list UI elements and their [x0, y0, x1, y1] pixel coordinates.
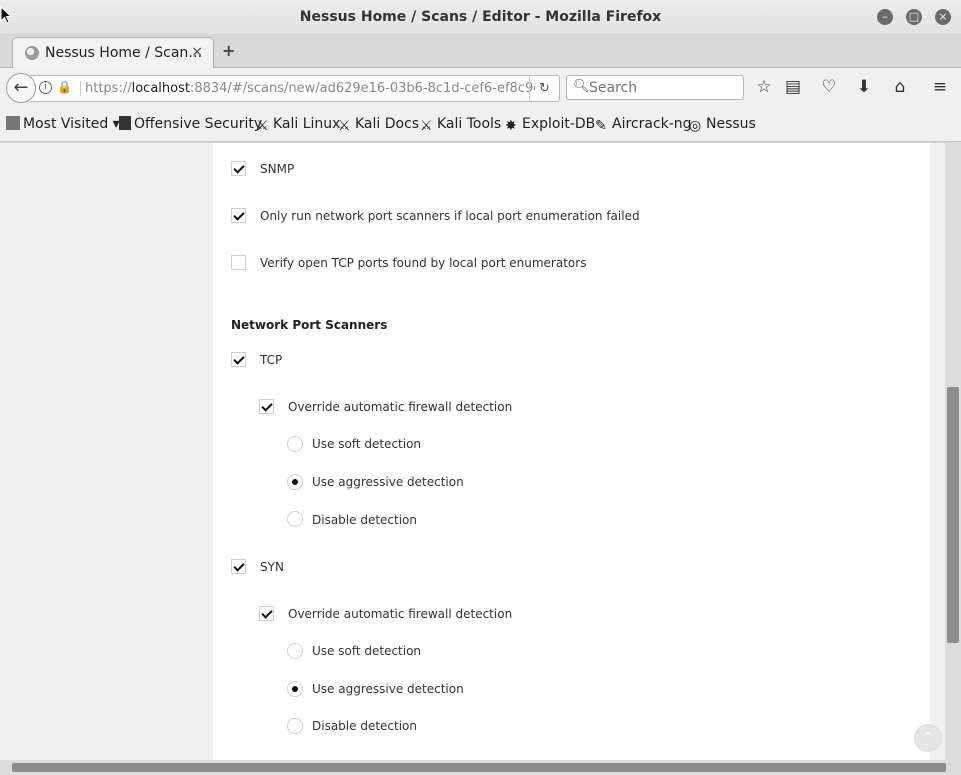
url-host: localhost: [131, 81, 190, 96]
syn-soft-detection-label: Use soft detection: [312, 644, 422, 658]
scroll-to-top-button[interactable]: ⌃: [914, 724, 942, 752]
nessus-favicon-icon: [25, 46, 39, 60]
url-bar[interactable]: i 🔒 https://localhost:8834/#/scans/new/a…: [30, 75, 560, 102]
bookmark-exploit-db[interactable]: ✸ Exploit-DB: [505, 116, 596, 134]
verify-tcp-label: Verify open TCP ports found by local por…: [260, 256, 587, 270]
tcp-disable-detection-radio[interactable]: [287, 511, 303, 527]
window-titlebar: Nessus Home / Scans / Editor - Mozilla F…: [0, 0, 961, 35]
menu-icon[interactable]: ≡: [930, 77, 950, 97]
bookmark-star-icon[interactable]: ☆: [754, 77, 774, 97]
search-icon: 🔍︎: [573, 79, 590, 94]
pocket-icon[interactable]: ♡: [819, 77, 839, 97]
home-icon[interactable]: ⌂: [890, 77, 910, 97]
offensive-security-icon: [119, 116, 131, 130]
syn-override-checkbox[interactable]: [259, 606, 274, 621]
nessus-icon: ◎: [689, 118, 702, 134]
tcp-override-label: Override automatic firewall detection: [288, 400, 513, 414]
page-viewport: SNMP Only run network port scanners if l…: [0, 143, 961, 760]
bookmark-label: Offensive Security: [134, 116, 263, 132]
bookmark-kali-tools[interactable]: ⚔ Kali Tools: [420, 116, 502, 134]
kali-icon: ⚔: [420, 118, 433, 134]
syn-disable-detection-label: Disable detection: [312, 719, 417, 733]
syn-disable-detection-radio[interactable]: [287, 718, 303, 734]
maximize-icon[interactable]: □: [906, 9, 922, 25]
bookmark-offensive-security[interactable]: Offensive Security: [119, 116, 262, 132]
most-visited-icon: [6, 116, 20, 130]
url-path: :8834/#/scans/new/ad629e16-03b6-8c1d-cef…: [189, 81, 535, 96]
close-window-icon[interactable]: ×: [935, 9, 951, 25]
syn-checkbox[interactable]: [231, 559, 246, 574]
bookmark-label: Kali Docs: [355, 116, 420, 132]
tcp-aggressive-detection-radio[interactable]: [287, 474, 303, 490]
url-text[interactable]: https://localhost:8834/#/scans/new/ad629…: [80, 81, 535, 96]
tcp-override-checkbox[interactable]: [259, 399, 274, 414]
minimize-icon[interactable]: –: [877, 9, 893, 25]
new-tab-button[interactable]: +: [222, 41, 235, 60]
exploit-db-icon: ✸: [505, 118, 517, 134]
horizontal-scrollbar-thumb[interactable]: [12, 763, 946, 772]
window-title: Nessus Home / Scans / Editor - Mozilla F…: [299, 9, 662, 25]
bookmark-label: Exploit-DB: [522, 116, 596, 132]
vertical-scrollbar[interactable]: [945, 143, 961, 760]
tab-close-icon[interactable]: ×: [191, 44, 203, 60]
bookmark-label: Most Visited ▾: [23, 116, 120, 132]
tab-nessus[interactable]: Nessus Home / Scan… ×: [12, 37, 214, 68]
verify-tcp-checkbox[interactable]: [231, 255, 246, 270]
url-prefix: https://: [85, 81, 132, 96]
tcp-soft-detection-label: Use soft detection: [312, 437, 422, 451]
kali-icon: ⚔: [338, 118, 351, 134]
syn-aggressive-detection-label: Use aggressive detection: [312, 682, 464, 696]
kali-icon: ⚔: [256, 118, 269, 134]
bookmarks-toolbar: Most Visited ▾ Offensive Security ⚔ Kali …: [0, 108, 961, 142]
settings-panel: SNMP Only run network port scanners if l…: [213, 143, 930, 760]
back-button[interactable]: ←: [6, 73, 36, 103]
tcp-checkbox[interactable]: [231, 352, 246, 367]
info-icon[interactable]: i: [39, 81, 52, 94]
bookmark-label: Kali Tools: [437, 116, 502, 132]
bookmark-label: Nessus: [706, 116, 756, 132]
search-input[interactable]: [589, 79, 739, 97]
only-run-checkbox[interactable]: [231, 208, 246, 223]
navigation-bar: i 🔒 https://localhost:8834/#/scans/new/a…: [0, 68, 961, 108]
tab-strip: Nessus Home / Scan… × +: [0, 35, 961, 68]
network-port-scanners-heading: Network Port Scanners: [231, 318, 388, 332]
search-bar[interactable]: 🔍︎: [566, 75, 744, 100]
syn-label: SYN: [260, 560, 284, 574]
vertical-scrollbar-thumb[interactable]: [947, 387, 959, 643]
bookmark-label: Aircrack-ng: [612, 116, 692, 132]
bookmark-label: Kali Linux: [273, 116, 341, 132]
downloads-icon[interactable]: ⬇: [854, 77, 874, 97]
syn-soft-detection-radio[interactable]: [287, 643, 303, 659]
aircrack-icon: ✎: [595, 118, 607, 134]
bookmark-kali-docs[interactable]: ⚔ Kali Docs: [338, 116, 420, 134]
bookmark-nessus[interactable]: ◎ Nessus: [689, 116, 756, 134]
syn-aggressive-detection-radio[interactable]: [287, 681, 303, 697]
bookmark-kali-linux[interactable]: ⚔ Kali Linux: [256, 116, 341, 134]
horizontal-scrollbar[interactable]: [0, 760, 961, 775]
tcp-soft-detection-radio[interactable]: [287, 436, 303, 452]
lock-icon[interactable]: 🔒: [57, 80, 72, 94]
snmp-checkbox[interactable]: [231, 161, 246, 176]
reading-list-icon[interactable]: ▤: [783, 77, 803, 97]
syn-override-label: Override automatic firewall detection: [288, 607, 513, 621]
only-run-label: Only run network port scanners if local …: [260, 209, 640, 223]
bookmark-aircrack-ng[interactable]: ✎ Aircrack-ng: [595, 116, 692, 134]
tcp-label: TCP: [260, 353, 283, 367]
tcp-aggressive-detection-label: Use aggressive detection: [312, 475, 464, 489]
bookmark-most-visited[interactable]: Most Visited ▾: [6, 116, 120, 132]
snmp-label: SNMP: [260, 162, 295, 176]
reload-icon[interactable]: ↻: [529, 76, 559, 101]
tab-title: Nessus Home / Scan…: [45, 45, 203, 61]
tcp-disable-detection-label: Disable detection: [312, 513, 417, 527]
